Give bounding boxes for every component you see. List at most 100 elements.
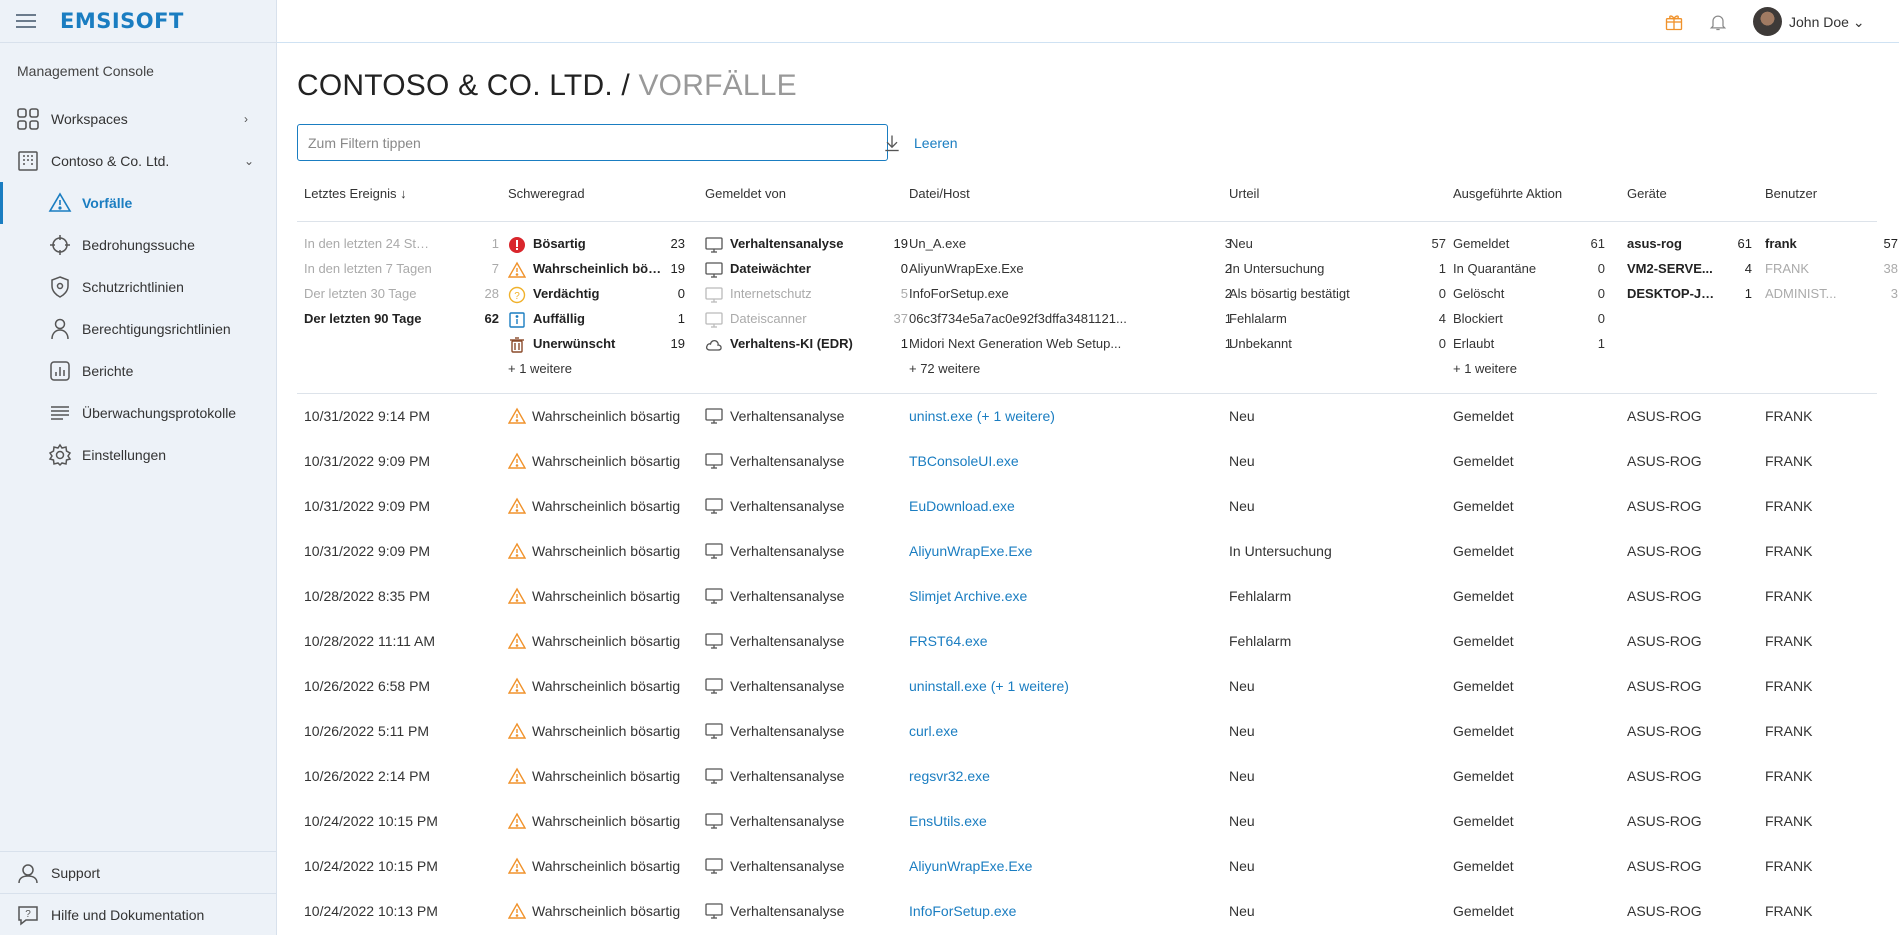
facet-count: 57 bbox=[1431, 236, 1446, 251]
facet-count: 2 bbox=[1224, 261, 1232, 276]
file-link[interactable]: TBConsoleUI.exe bbox=[909, 453, 1019, 469]
table-row[interactable]: 10/24/2022 10:15 PM Wahrscheinlich bösart… bbox=[297, 800, 1877, 845]
facet-action-more[interactable]: + 1 weitere bbox=[1453, 361, 1517, 376]
table-row[interactable]: 10/28/2022 11:11 AM Wahrscheinlich bösart… bbox=[297, 620, 1877, 665]
cell-device: ASUS-ROG bbox=[1627, 768, 1702, 784]
table-row[interactable]: 10/24/2022 10:15 PM Wahrscheinlich bösart… bbox=[297, 845, 1877, 890]
file-link[interactable]: regsvr32.exe bbox=[909, 768, 990, 784]
clear-button[interactable]: Leeren bbox=[914, 135, 958, 151]
facet-file-more[interactable]: + 72 weitere bbox=[909, 361, 980, 376]
nav-workspaces-label: Workspaces bbox=[51, 111, 128, 127]
cell-action: Gemeldet bbox=[1453, 858, 1514, 874]
nav-permission-policies[interactable]: Berechtigungsrichtlinien bbox=[0, 308, 276, 350]
nav-workspaces[interactable]: Workspaces › bbox=[0, 98, 276, 140]
file-link[interactable]: EuDownload.exe bbox=[909, 498, 1015, 514]
nav-audit-logs[interactable]: Überwachungsprotokolle bbox=[0, 392, 276, 434]
file-link[interactable]: EnsUtils.exe bbox=[909, 813, 987, 829]
avatar[interactable] bbox=[1753, 7, 1782, 36]
user-menu[interactable]: John Doe ⌄ bbox=[1789, 14, 1865, 31]
facet-count: 0 bbox=[1597, 261, 1605, 276]
file-link[interactable]: FRST64.exe bbox=[909, 633, 988, 649]
cell-severity: Wahrscheinlich bösartig bbox=[532, 678, 681, 694]
cell-verdict: Neu bbox=[1229, 678, 1255, 694]
question-icon: ? bbox=[508, 286, 526, 304]
nav-protection-policies[interactable]: Schutzrichtlinien bbox=[0, 266, 276, 308]
table-row[interactable]: 10/26/2022 2:14 PM Wahrscheinlich bösarti… bbox=[297, 755, 1877, 800]
chevron-down-icon: ⌄ bbox=[244, 154, 255, 168]
facet-label: DESKTOP-JH... bbox=[1627, 286, 1717, 301]
table-row[interactable]: 10/28/2022 8:35 PM Wahrscheinlich bösarti… bbox=[297, 575, 1877, 620]
facet-severity-more[interactable]: + 1 weitere bbox=[508, 361, 572, 376]
grid-icon bbox=[17, 108, 39, 130]
col-header-action[interactable]: Ausgeführte Aktion bbox=[1453, 186, 1562, 201]
cell-severity: Wahrscheinlich bösartig bbox=[532, 588, 681, 604]
file-link[interactable]: uninst.exe bbox=[909, 408, 973, 424]
nav-help[interactable]: ? Hilfe und Dokumentation bbox=[0, 893, 277, 935]
file-link[interactable]: curl.exe bbox=[909, 723, 958, 739]
nav-support[interactable]: Support bbox=[0, 851, 277, 893]
facet-label: Unerwünscht bbox=[533, 336, 616, 351]
filter-input[interactable] bbox=[297, 124, 888, 161]
cell-severity: Wahrscheinlich bösartig bbox=[532, 723, 681, 739]
nav-reports[interactable]: Berichte bbox=[0, 350, 276, 392]
file-extra-link[interactable]: (+ 1 weitere) bbox=[973, 408, 1055, 424]
cell-verdict: Neu bbox=[1229, 498, 1255, 514]
monitor-icon bbox=[705, 588, 723, 604]
cell-verdict: Neu bbox=[1229, 813, 1255, 829]
facet-count: 28 bbox=[484, 286, 499, 301]
bell-icon[interactable] bbox=[1708, 12, 1728, 32]
col-header-devices[interactable]: Geräte bbox=[1627, 186, 1667, 201]
table-row[interactable]: 10/31/2022 9:09 PM Wahrscheinlich bösarti… bbox=[297, 530, 1877, 575]
cell-device: ASUS-ROG bbox=[1627, 723, 1702, 739]
nav-incidents[interactable]: Vorfälle bbox=[0, 182, 276, 224]
col-header-users[interactable]: Benutzer bbox=[1765, 186, 1817, 201]
facet-label: FRANK bbox=[1765, 261, 1810, 276]
table-row[interactable]: 10/31/2022 9:14 PM Wahrscheinlich bösarti… bbox=[297, 395, 1877, 440]
gift-icon[interactable] bbox=[1664, 12, 1684, 32]
cell-user: FRANK bbox=[1765, 543, 1813, 559]
facet-count: 37 bbox=[893, 311, 908, 326]
file-link[interactable]: Slimjet Archive.exe bbox=[909, 588, 1027, 604]
nav-org[interactable]: Contoso & Co. Ltd. ⌄ bbox=[0, 140, 276, 182]
file-link[interactable]: AliyunWrapExe.Exe bbox=[909, 543, 1032, 559]
cell-reporter: Verhaltensanalyse bbox=[730, 453, 845, 469]
report-icon bbox=[50, 361, 70, 381]
nav-settings[interactable]: Einstellungen bbox=[0, 434, 276, 476]
table-row[interactable]: 10/26/2022 5:11 PM Wahrscheinlich bösarti… bbox=[297, 710, 1877, 755]
facet-count: 19 bbox=[670, 336, 685, 351]
table-row[interactable]: 10/31/2022 9:09 PM Wahrscheinlich bösarti… bbox=[297, 485, 1877, 530]
col-header-last-event-label: Letztes Ereignis bbox=[304, 186, 397, 201]
facet-label: Fehlalarm bbox=[1229, 311, 1287, 326]
col-header-verdict[interactable]: Urteil bbox=[1229, 186, 1259, 201]
col-header-file-host[interactable]: Datei/Host bbox=[909, 186, 970, 201]
cell-file: uninstall.exe (+ 1 weitere) bbox=[909, 678, 1069, 694]
cell-reporter: Verhaltensanalyse bbox=[730, 543, 845, 559]
file-link[interactable]: InfoForSetup.exe bbox=[909, 903, 1016, 919]
cell-action: Gemeldet bbox=[1453, 813, 1514, 829]
col-header-severity[interactable]: Schweregrad bbox=[508, 186, 585, 201]
cell-severity: Wahrscheinlich bösartig bbox=[532, 498, 681, 514]
nav-threat-hunting[interactable]: Bedrohungssuche bbox=[0, 224, 276, 266]
facet-count: 0 bbox=[1438, 336, 1446, 351]
user-name: John Doe bbox=[1789, 14, 1849, 30]
nav-settings-label: Einstellungen bbox=[82, 447, 167, 463]
cell-device: ASUS-ROG bbox=[1627, 858, 1702, 874]
file-link[interactable]: AliyunWrapExe.Exe bbox=[909, 858, 1032, 874]
col-header-last-event[interactable]: Letztes Ereignis ↓ bbox=[304, 186, 407, 201]
file-link[interactable]: uninstall.exe bbox=[909, 678, 987, 694]
facet-label: InfoForSetup.exe bbox=[909, 286, 1009, 301]
cell-device: ASUS-ROG bbox=[1627, 813, 1702, 829]
cell-device: ASUS-ROG bbox=[1627, 408, 1702, 424]
table-row[interactable]: 10/24/2022 10:13 PM Wahrscheinlich bösart… bbox=[297, 890, 1877, 935]
col-header-reported-by[interactable]: Gemeldet von bbox=[705, 186, 786, 201]
file-extra-link[interactable]: (+ 1 weitere) bbox=[987, 678, 1069, 694]
table-row[interactable]: 10/31/2022 9:09 PM Wahrscheinlich bösarti… bbox=[297, 440, 1877, 485]
download-icon[interactable] bbox=[882, 133, 902, 153]
facet-count: 1 bbox=[1744, 286, 1752, 301]
help-icon: ? bbox=[18, 905, 38, 926]
facet-count: 0 bbox=[1438, 286, 1446, 301]
menu-icon[interactable] bbox=[16, 14, 36, 28]
table-row[interactable]: 10/26/2022 6:58 PM Wahrscheinlich bösarti… bbox=[297, 665, 1877, 710]
cell-reporter: Verhaltensanalyse bbox=[730, 408, 845, 424]
facet-label: Verdächtig bbox=[533, 286, 600, 301]
